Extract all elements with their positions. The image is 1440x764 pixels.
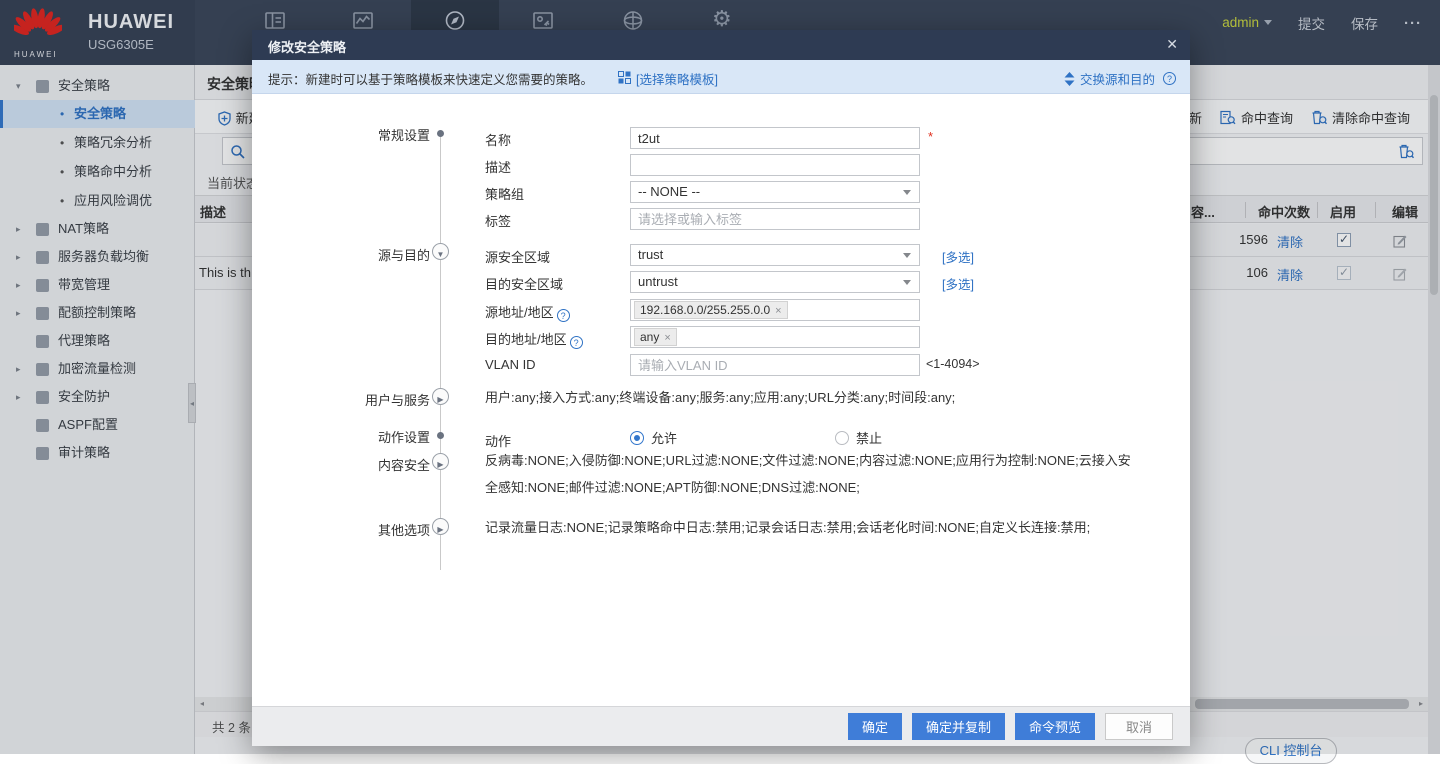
section-timeline (440, 134, 441, 570)
section-general: 常规设置 (280, 125, 430, 144)
src-zone-select[interactable]: trust (630, 244, 920, 266)
section-action: 动作设置 (280, 427, 430, 446)
help-icon[interactable]: ? (1163, 72, 1176, 85)
collapse-toggle-icon[interactable]: ▼ (432, 243, 449, 260)
dialog-hint-bar: 提示：新建时可以基于策略模板来快速定义您需要的策略。 [选择策略模板] 交换源和… (252, 60, 1190, 94)
section-other: 其他选项 (280, 520, 430, 539)
ok-button[interactable]: 确定 (848, 713, 902, 740)
dialog-footer: 确定 确定并复制 命令预览 取消 (252, 706, 1190, 746)
tag-input[interactable] (630, 208, 920, 230)
dialog-titlebar: 修改安全策略 ✕ (252, 30, 1190, 60)
remove-chip-icon[interactable]: × (664, 332, 670, 344)
required-mark: * (928, 129, 933, 144)
swap-src-dst-link[interactable]: 交换源和目的 ? (1064, 69, 1176, 88)
edit-security-policy-dialog: 修改安全策略 ✕ 提示：新建时可以基于策略模板来快速定义您需要的策略。 [选择策… (252, 30, 1190, 746)
tag-label: 标签 (485, 211, 511, 230)
description-input[interactable] (630, 154, 920, 176)
command-preview-button[interactable]: 命令预览 (1015, 713, 1095, 740)
chevron-down-icon (903, 280, 911, 285)
cancel-button[interactable]: 取消 (1105, 713, 1173, 740)
src-address-input[interactable]: 192.168.0.0/255.255.0.0× (630, 299, 920, 321)
ok-and-copy-button[interactable]: 确定并复制 (912, 713, 1005, 740)
swap-icon (1064, 72, 1075, 86)
vlan-label: VLAN ID (485, 357, 536, 372)
help-icon[interactable]: ? (570, 336, 583, 349)
radio-selected-icon (630, 431, 644, 445)
section-source-dest: 源与目的 (280, 245, 430, 264)
dst-zone-label: 目的安全区域 (485, 274, 563, 293)
section-dot-icon (437, 432, 444, 439)
choose-template-link[interactable]: [选择策略模板] (636, 69, 718, 88)
src-address-label: 源地址/地区? (485, 302, 570, 322)
dialog-body: 常规设置 源与目的 ▼ 用户与服务 ▶ 动作设置 内容安全 ▶ 其他选项 ▶ 名… (252, 94, 1190, 706)
dialog-title: 修改安全策略 (268, 37, 346, 56)
section-content-security: 内容安全 (280, 455, 430, 474)
dst-zone-select[interactable]: untrust (630, 271, 920, 293)
name-label: 名称 (485, 130, 511, 149)
other-options-summary: 记录流量日志:NONE;记录策略命中日志:禁用;记录会话日志:禁用;会话老化时间… (485, 514, 1155, 541)
template-icon (618, 71, 631, 84)
vlan-input[interactable] (630, 354, 920, 376)
help-icon[interactable]: ? (557, 309, 570, 322)
radio-icon (835, 431, 849, 445)
content-security-summary: 反病毒:NONE;入侵防御:NONE;URL过滤:NONE;文件过滤:NONE;… (485, 447, 1135, 501)
section-dot-icon (437, 130, 444, 137)
allow-radio[interactable]: 允许 (630, 428, 677, 447)
remove-chip-icon[interactable]: × (775, 305, 781, 317)
dst-address-label: 目的地址/地区? (485, 329, 583, 349)
hint-text: 提示：新建时可以基于策略模板来快速定义您需要的策略。 (268, 69, 593, 88)
src-zone-label: 源安全区域 (485, 247, 550, 266)
vlan-range-hint: <1-4094> (926, 357, 980, 371)
deny-radio[interactable]: 禁止 (835, 428, 882, 447)
policy-group-label: 策略组 (485, 184, 524, 203)
address-chip: 192.168.0.0/255.255.0.0× (634, 301, 788, 319)
address-chip: any× (634, 328, 677, 346)
chevron-down-icon (903, 253, 911, 258)
name-input[interactable] (630, 127, 920, 149)
src-zone-multi-link[interactable]: [多选] (942, 247, 974, 266)
user-service-summary: 用户:any;接入方式:any;终端设备:any;服务:any;应用:any;U… (485, 384, 1145, 411)
expand-toggle-icon[interactable]: ▶ (432, 453, 449, 470)
dst-address-input[interactable]: any× (630, 326, 920, 348)
dst-zone-multi-link[interactable]: [多选] (942, 274, 974, 293)
close-icon[interactable]: ✕ (1166, 36, 1178, 53)
section-user-service: 用户与服务 (280, 390, 430, 409)
expand-toggle-icon[interactable]: ▶ (432, 388, 449, 405)
expand-toggle-icon[interactable]: ▶ (432, 518, 449, 535)
chevron-down-icon (903, 190, 911, 195)
description-label: 描述 (485, 157, 511, 176)
policy-group-select[interactable]: -- NONE -- (630, 181, 920, 203)
